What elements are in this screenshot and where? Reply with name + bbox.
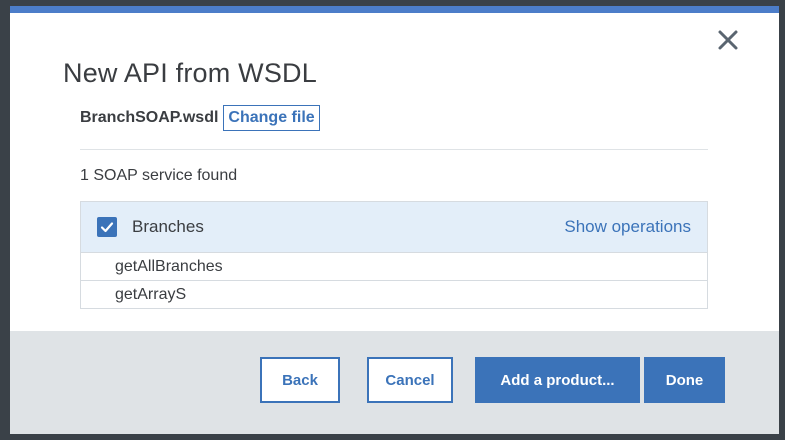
divider (80, 149, 708, 150)
service-checkbox[interactable] (97, 217, 117, 237)
operation-row: getArrayS (115, 286, 187, 303)
change-file-button[interactable]: Change file (223, 105, 320, 131)
services-found-text: 1 SOAP service found (80, 167, 238, 184)
service-name: Branches (132, 217, 204, 236)
cancel-button[interactable]: Cancel (367, 357, 453, 403)
dialog-title: New API from WSDL (63, 58, 317, 88)
close-icon (718, 30, 738, 50)
file-row: BranchSOAP.wsdl Change file (80, 105, 320, 131)
dialog-footer: Back Cancel Add a product... Done (10, 331, 779, 434)
service-header-row: Branches Show operations (81, 202, 707, 253)
checkmark-icon (100, 222, 114, 233)
service-table: Branches Show operations getAllBranches … (80, 201, 708, 309)
show-operations-link[interactable]: Show operations (564, 217, 691, 237)
back-button[interactable]: Back (260, 357, 340, 403)
done-button[interactable]: Done (644, 357, 725, 403)
close-button[interactable] (717, 29, 739, 51)
operation-row: getAllBranches (81, 253, 707, 281)
file-name: BranchSOAP.wsdl (80, 109, 219, 126)
add-product-button[interactable]: Add a product... (475, 357, 640, 403)
new-api-dialog: New API from WSDL BranchSOAP.wsdl Change… (10, 6, 779, 434)
